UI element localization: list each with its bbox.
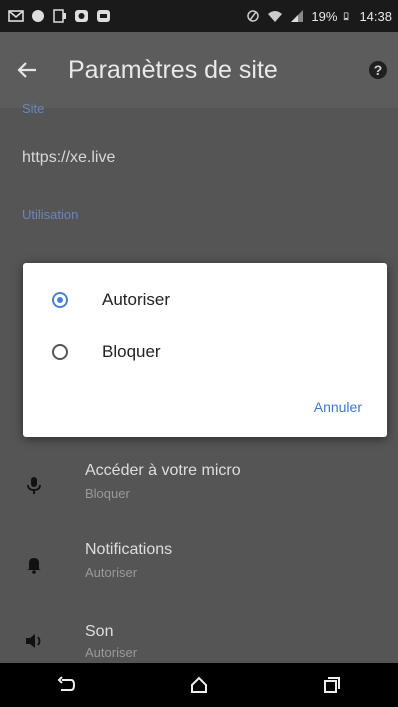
recents-icon bbox=[323, 677, 340, 693]
app-icon bbox=[75, 10, 88, 22]
cancel-button[interactable]: Annuler bbox=[314, 399, 362, 415]
navigation-bar bbox=[0, 663, 398, 707]
radio-unchecked-icon[interactable] bbox=[52, 344, 68, 360]
section-heading-site: Site bbox=[22, 101, 45, 116]
data-saver-icon bbox=[247, 10, 260, 22]
signal-icon bbox=[291, 10, 304, 22]
home-button[interactable] bbox=[169, 663, 229, 707]
help-icon[interactable]: ? bbox=[368, 60, 388, 80]
bell-icon bbox=[27, 558, 41, 574]
recents-button[interactable] bbox=[302, 663, 362, 707]
wifi-icon bbox=[268, 11, 283, 22]
option-bloquer[interactable]: Bloquer bbox=[23, 327, 387, 377]
back-arrow-icon[interactable] bbox=[16, 59, 38, 81]
permission-title: Accéder à votre micro bbox=[85, 462, 241, 479]
microphone-icon bbox=[27, 477, 41, 494]
option-label: Bloquer bbox=[102, 342, 161, 361]
option-autoriser[interactable]: Autoriser bbox=[23, 275, 387, 325]
battery-icon bbox=[344, 12, 349, 21]
permission-status: Bloquer bbox=[85, 486, 130, 501]
status-right-icons: 19% 14:38 bbox=[245, 9, 392, 24]
option-label: Autoriser bbox=[102, 290, 171, 309]
back-button[interactable] bbox=[36, 663, 96, 707]
status-bar: 19% 14:38 bbox=[0, 0, 398, 32]
site-url: https://xe.live bbox=[22, 149, 116, 166]
svg-text:?: ? bbox=[374, 62, 383, 78]
circle-icon bbox=[32, 10, 44, 22]
permission-status: Autoriser bbox=[85, 565, 138, 580]
permission-title: Son bbox=[85, 623, 114, 640]
speaker-icon bbox=[26, 634, 41, 648]
permission-item-microphone[interactable]: Accéder à votre micro Bloquer bbox=[0, 457, 398, 527]
cast-icon bbox=[53, 9, 66, 23]
home-icon bbox=[190, 676, 207, 693]
clock: 14:38 bbox=[359, 8, 392, 24]
permission-item-notifications[interactable]: Notifications Autoriser bbox=[0, 536, 398, 606]
permission-dialog: Autoriser Bloquer Annuler bbox=[23, 263, 387, 437]
permission-status: Autoriser bbox=[85, 645, 138, 660]
radio-checked-icon[interactable] bbox=[52, 292, 68, 308]
app-icon-2 bbox=[97, 10, 110, 22]
section-heading-usage: Utilisation bbox=[22, 207, 79, 222]
status-left-icons bbox=[8, 9, 112, 23]
battery-percent: 19% bbox=[311, 8, 338, 24]
back-icon bbox=[57, 676, 76, 691]
page-title: Paramètres de site bbox=[68, 55, 278, 84]
permission-title: Notifications bbox=[85, 541, 173, 558]
mail-icon bbox=[8, 10, 24, 22]
toolbar: Paramètres de site ? bbox=[0, 32, 398, 108]
